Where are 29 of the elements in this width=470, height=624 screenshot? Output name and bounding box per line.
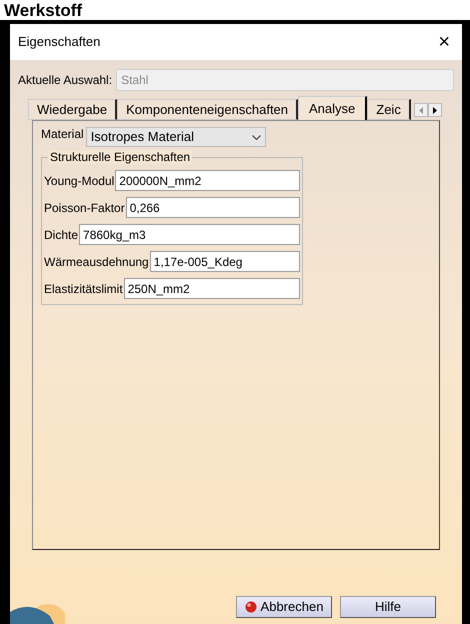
- value-field[interactable]: 7860kg_m3: [79, 224, 300, 245]
- tab[interactable]: Komponenteneigenschaften: [117, 99, 298, 120]
- value-field[interactable]: 1,17e-005_Kdeg: [150, 251, 300, 272]
- tab[interactable]: Zeic: [367, 99, 411, 120]
- tab[interactable]: Wiedergabe: [28, 99, 118, 120]
- close-button[interactable]: ×: [434, 32, 454, 52]
- field-label: Wärmeausdehnung: [44, 254, 149, 270]
- tab[interactable]: Analyse: [298, 96, 368, 120]
- page-heading: Werkstoff: [4, 2, 82, 20]
- field-label: Elastizitätslimit: [44, 280, 123, 298]
- selection-label: Aktuelle Auswahl:: [18, 72, 112, 89]
- value-field[interactable]: 0,266: [126, 197, 300, 218]
- ball-icon: [244, 601, 257, 613]
- right-triangle-icon: [433, 106, 437, 114]
- help-button[interactable]: Hilfe: [340, 596, 436, 618]
- material-label: Material: [41, 126, 84, 143]
- value-field[interactable]: 250N_mm2: [124, 278, 300, 299]
- cancel-button[interactable]: Abbrechen: [236, 596, 332, 618]
- group-title: Strukturelle Eigenschaften: [48, 150, 192, 164]
- selection-field: Stahl: [116, 69, 454, 91]
- window-title: Eigenschaften: [18, 33, 100, 52]
- field-label: Poisson-Faktor: [44, 200, 125, 216]
- field-label: Dichte: [44, 226, 78, 244]
- left-triangle-icon: [419, 106, 423, 114]
- value-field[interactable]: 200000N_mm2: [115, 170, 300, 191]
- field-label: Young-Modul: [44, 172, 114, 190]
- material-dropdown[interactable]: Isotropes Material: [86, 127, 266, 147]
- chevron-icon: [252, 134, 261, 140]
- scroll-right-button[interactable]: [428, 103, 442, 117]
